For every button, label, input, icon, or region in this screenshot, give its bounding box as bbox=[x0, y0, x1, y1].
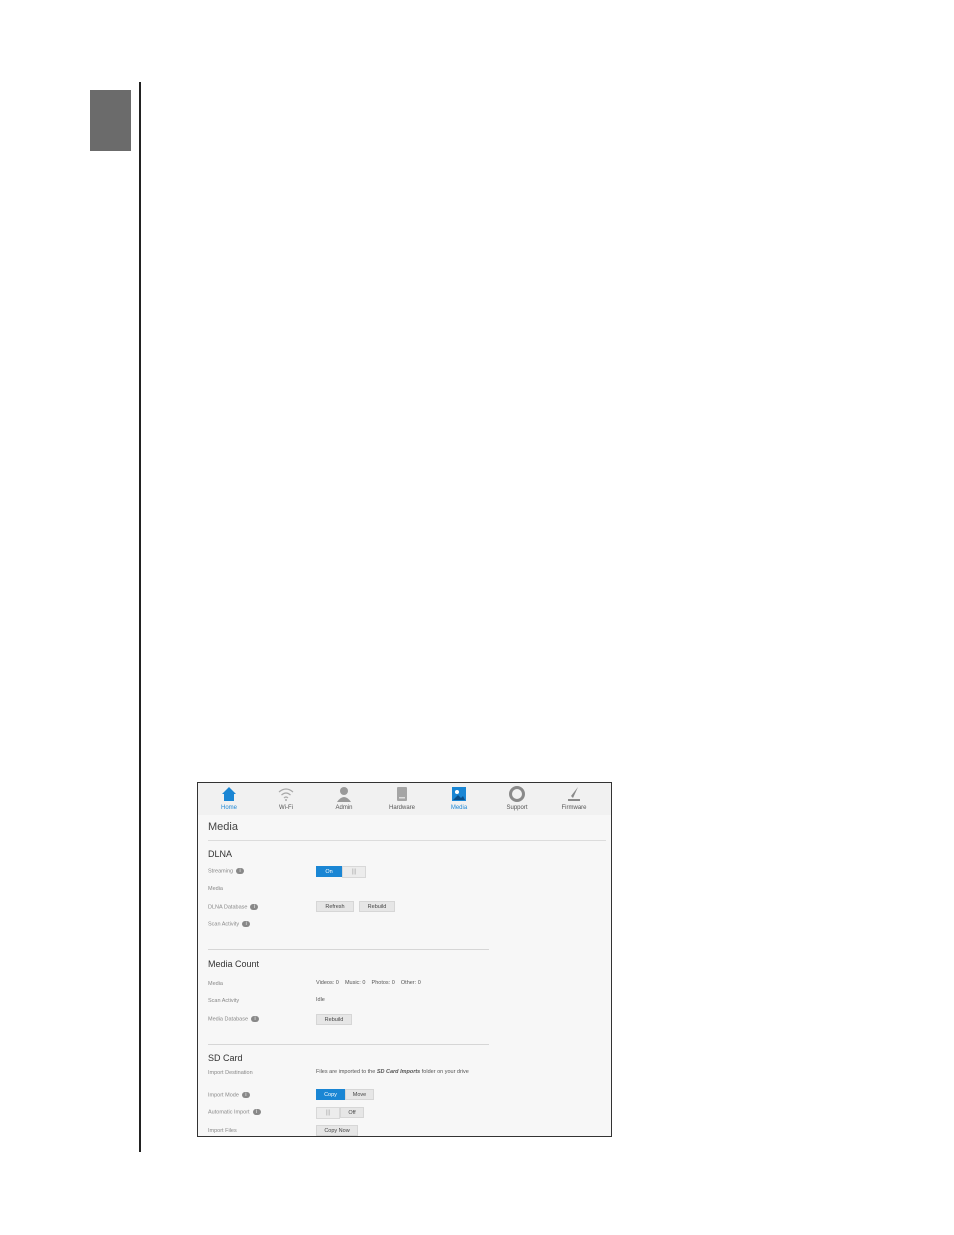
media-icon bbox=[452, 787, 466, 801]
import-mode-label: Import Mode i bbox=[208, 1092, 250, 1098]
streaming-label-text: Streaming bbox=[208, 868, 234, 875]
dlna-scan-label-text: Scan Activity bbox=[208, 921, 240, 928]
section-separator bbox=[208, 1044, 489, 1045]
nav-wifi[interactable]: Wi-Fi bbox=[258, 783, 314, 815]
streaming-label: Streaming i bbox=[208, 868, 245, 875]
nav-hardware-label: Hardware bbox=[388, 805, 415, 811]
firmware-icon bbox=[568, 787, 580, 801]
nav-media[interactable]: Media bbox=[431, 783, 487, 815]
media-database-label-text: Media Database bbox=[208, 1016, 249, 1023]
nav-media-label: Media bbox=[450, 805, 468, 811]
lifebuoy-icon bbox=[509, 786, 525, 802]
user-icon bbox=[337, 787, 351, 802]
page-title: Media bbox=[208, 821, 238, 833]
dest-folder-text: SD Card Imports bbox=[376, 1069, 421, 1075]
move-mode-button[interactable]: Move bbox=[345, 1089, 374, 1100]
top-nav: Home Wi-Fi Admin Hardware Media Support … bbox=[198, 783, 611, 815]
media-count-scan-label: Scan Activity bbox=[208, 998, 240, 1004]
chapter-tab bbox=[90, 90, 131, 151]
media-database-label: Media Database i bbox=[208, 1016, 260, 1023]
info-icon[interactable]: i bbox=[250, 904, 259, 910]
dlna-database-label: DLNA Database i bbox=[208, 904, 259, 911]
import-files-label: Import Files bbox=[208, 1128, 237, 1134]
dlna-rebuild-button[interactable]: Rebuild bbox=[359, 901, 395, 912]
info-icon[interactable]: i bbox=[241, 1092, 250, 1098]
nav-support[interactable]: Support bbox=[489, 783, 545, 815]
media-rebuild-button[interactable]: Rebuild bbox=[316, 1014, 352, 1025]
wifi-icon bbox=[278, 788, 294, 801]
import-mode-label-text: Import Mode bbox=[208, 1092, 239, 1099]
info-icon[interactable]: i bbox=[236, 868, 245, 874]
margin-rule bbox=[139, 82, 141, 1152]
nav-admin[interactable]: Admin bbox=[316, 783, 372, 815]
drive-icon bbox=[397, 787, 407, 801]
media-count-heading: Media Count bbox=[208, 959, 260, 969]
refresh-button[interactable]: Refresh bbox=[316, 901, 354, 912]
import-destination-value: Files are imported to the SD Card Import… bbox=[316, 1069, 469, 1075]
nav-admin-label: Admin bbox=[335, 805, 353, 811]
import-destination-label: Import Destination bbox=[208, 1070, 253, 1076]
nav-home[interactable]: Home bbox=[201, 783, 257, 815]
dlna-media-label: Media bbox=[208, 886, 223, 892]
dlna-database-label-text: DLNA Database bbox=[208, 904, 248, 911]
nav-support-label: Support bbox=[506, 805, 528, 811]
automatic-import-label: Automatic Import i bbox=[208, 1109, 261, 1115]
info-icon[interactable]: i bbox=[251, 1016, 260, 1022]
nav-home-label: Home bbox=[220, 805, 237, 811]
dlna-scan-label: Scan Activity i bbox=[208, 921, 251, 928]
dest-post-text: folder on your drive bbox=[420, 1069, 469, 1075]
media-counts: Videos: 0 Music: 0 Photos: 0 Other: 0 bbox=[316, 980, 421, 986]
info-icon[interactable]: i bbox=[252, 1109, 261, 1115]
dest-pre-text: Files are imported to the bbox=[316, 1069, 377, 1075]
auto-import-toggle-grip[interactable]: ||| bbox=[316, 1107, 340, 1119]
auto-import-off-toggle[interactable]: Off bbox=[340, 1107, 364, 1118]
section-separator bbox=[208, 949, 489, 950]
nav-hardware[interactable]: Hardware bbox=[374, 783, 430, 815]
streaming-on-toggle[interactable]: On bbox=[316, 866, 342, 877]
streaming-toggle-grip[interactable]: ||| bbox=[342, 866, 366, 878]
nav-firmware[interactable]: Firmware bbox=[546, 783, 602, 815]
media-settings-screenshot: Home Wi-Fi Admin Hardware Media Support … bbox=[197, 782, 612, 1137]
nav-wifi-label: Wi-Fi bbox=[279, 805, 293, 811]
home-icon bbox=[222, 787, 236, 801]
nav-firmware-label: Firmware bbox=[561, 805, 587, 811]
title-divider bbox=[208, 840, 606, 841]
scan-activity-value: Idle bbox=[316, 997, 325, 1003]
media-count-media-label: Media bbox=[208, 981, 223, 987]
sd-card-heading: SD Card bbox=[208, 1053, 243, 1063]
copy-mode-button[interactable]: Copy bbox=[316, 1089, 345, 1100]
dlna-heading: DLNA bbox=[208, 849, 233, 859]
info-icon[interactable]: i bbox=[242, 921, 251, 927]
automatic-import-label-text: Automatic Import bbox=[208, 1109, 250, 1116]
copy-now-button[interactable]: Copy Now bbox=[316, 1125, 358, 1136]
